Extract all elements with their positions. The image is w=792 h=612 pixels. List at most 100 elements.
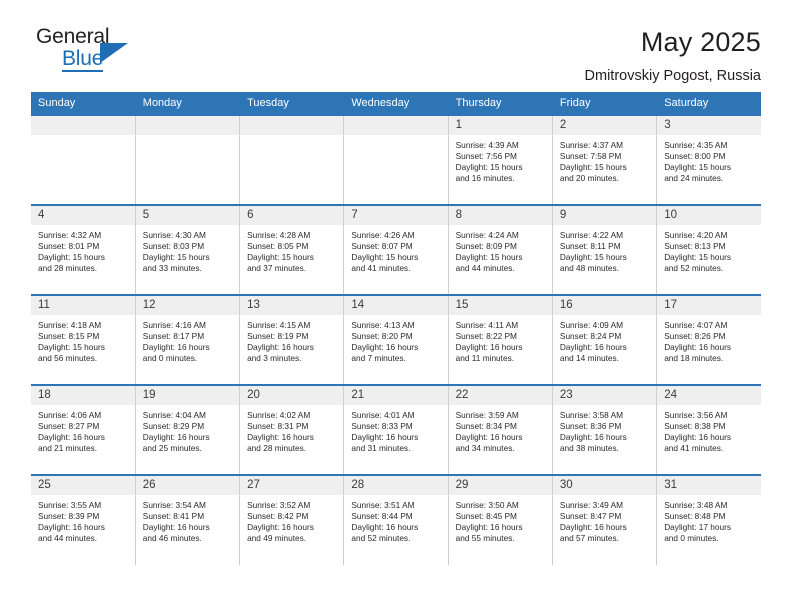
day-number: 6 — [240, 206, 344, 225]
daylight-text-line1: Daylight: 15 hours — [455, 161, 523, 172]
calendar-day-cell[interactable]: 21 Sunrise: 4:01 AM Sunset: 8:33 PM Dayligh… — [343, 384, 449, 475]
calendar-day-cell[interactable]: 9 Sunrise: 4:22 AM Sunset: 8:11 PM Daylight… — [552, 204, 658, 295]
daylight-text-line2: and 18 minutes. — [664, 352, 724, 363]
sunset-text: Sunset: 8:20 PM — [351, 330, 413, 341]
day-details: Sunrise: 3:51 AM Sunset: 8:44 PM Daylight:… — [344, 495, 447, 544]
calendar-day-cell[interactable]: 26 Sunrise: 3:54 AM Sunset: 8:41 PM Dayligh… — [135, 474, 241, 565]
calendar-day-cell[interactable]: 17 Sunrise: 4:07 AM Sunset: 8:26 PM Dayligh… — [656, 294, 761, 385]
daylight-text-line1: Daylight: 15 hours — [664, 251, 732, 262]
sunrise-text: Sunrise: 3:59 AM — [455, 410, 519, 420]
calendar-day-cell[interactable]: 13 Sunrise: 4:15 AM Sunset: 8:19 PM Dayligh… — [239, 294, 345, 385]
day-details: Sunrise: 3:54 AM Sunset: 8:41 PM Daylight:… — [136, 495, 239, 544]
calendar-day-cell[interactable]: 8 Sunrise: 4:24 AM Sunset: 8:09 PM Daylight… — [448, 204, 553, 295]
calendar-day-cell[interactable]: 22 Sunrise: 3:59 AM Sunset: 8:34 PM Dayligh… — [448, 384, 553, 475]
calendar-day-cell[interactable]: 28 Sunrise: 3:51 AM Sunset: 8:44 PM Dayligh… — [343, 474, 449, 565]
calendar-day-cell[interactable]: 4 Sunrise: 4:32 AM Sunset: 8:01 PM Daylight… — [31, 204, 136, 295]
calendar-day-cell[interactable]: 6 Sunrise: 4:28 AM Sunset: 8:05 PM Daylight… — [239, 204, 345, 295]
calendar-day-cell[interactable]: 12 Sunrise: 4:16 AM Sunset: 8:17 PM Dayligh… — [135, 294, 241, 385]
calendar-day-cell[interactable]: 5 Sunrise: 4:30 AM Sunset: 8:03 PM Daylight… — [135, 204, 241, 295]
sunset-text: Sunset: 8:39 PM — [38, 510, 100, 521]
sunrise-text: Sunrise: 4:39 AM — [455, 140, 519, 150]
calendar-week-row: 4 Sunrise: 4:32 AM Sunset: 8:01 PM Daylight… — [31, 204, 761, 295]
day-details: Sunrise: 4:06 AM Sunset: 8:27 PM Daylight:… — [31, 405, 135, 454]
sunrise-text: Sunrise: 4:30 AM — [142, 230, 206, 240]
calendar-day-cell[interactable]: 20 Sunrise: 4:02 AM Sunset: 8:31 PM Dayligh… — [239, 384, 345, 475]
day-details: Sunrise: 4:26 AM Sunset: 8:07 PM Daylight:… — [344, 225, 447, 274]
daylight-text-line1: Daylight: 16 hours — [455, 431, 523, 442]
daylight-text-line2: and 25 minutes. — [142, 442, 202, 453]
calendar-day-cell[interactable]: 24 Sunrise: 3:56 AM Sunset: 8:38 PM Dayligh… — [656, 384, 761, 475]
daylight-text-line1: Daylight: 16 hours — [351, 521, 419, 532]
daylight-text-line1: Daylight: 16 hours — [142, 521, 210, 532]
day-number: 14 — [344, 296, 448, 315]
calendar-day-cell[interactable]: 2 Sunrise: 4:37 AM Sunset: 7:58 PM Daylight… — [552, 114, 658, 205]
daylight-text-line2: and 20 minutes. — [559, 172, 619, 183]
weekday-header-wednesday: Wednesday — [343, 92, 449, 115]
day-number: 10 — [657, 206, 761, 225]
daylight-text-line1: Daylight: 16 hours — [247, 341, 314, 352]
calendar-day-cell[interactable]: 23 Sunrise: 3:58 AM Sunset: 8:36 PM Dayligh… — [552, 384, 658, 475]
calendar-day-cell[interactable]: 31 Sunrise: 3:48 AM Sunset: 8:48 PM Dayligh… — [656, 474, 761, 565]
calendar-day-cell[interactable]: 14 Sunrise: 4:13 AM Sunset: 8:20 PM Dayligh… — [343, 294, 449, 385]
sunset-text: Sunset: 8:27 PM — [38, 420, 100, 431]
sunrise-text: Sunrise: 3:49 AM — [559, 500, 624, 510]
day-number — [240, 116, 344, 135]
sunrise-text: Sunrise: 4:32 AM — [38, 230, 102, 240]
daylight-text-line2: and 38 minutes. — [559, 442, 619, 453]
daylight-text-line1: Daylight: 16 hours — [38, 521, 105, 532]
daylight-text-line1: Daylight: 16 hours — [559, 521, 627, 532]
calendar-day-cell[interactable]: 25 Sunrise: 3:55 AM Sunset: 8:39 PM Dayligh… — [31, 474, 136, 565]
calendar-day-cell[interactable]: 19 Sunrise: 4:04 AM Sunset: 8:29 PM Dayligh… — [135, 384, 241, 475]
sunrise-text: Sunrise: 4:22 AM — [559, 230, 624, 240]
calendar-day-cell[interactable]: 11 Sunrise: 4:18 AM Sunset: 8:15 PM Dayligh… — [31, 294, 136, 385]
weekday-header-friday: Friday — [552, 92, 658, 115]
daylight-text-line2: and 11 minutes. — [455, 352, 515, 363]
sunrise-text: Sunrise: 4:18 AM — [38, 320, 102, 330]
calendar-day-cell[interactable]: 30 Sunrise: 3:49 AM Sunset: 8:47 PM Dayligh… — [552, 474, 658, 565]
calendar-day-cell[interactable]: 7 Sunrise: 4:26 AM Sunset: 8:07 PM Daylight… — [343, 204, 449, 295]
calendar-day-cell[interactable]: 1 Sunrise: 4:39 AM Sunset: 7:56 PM Daylight… — [448, 114, 553, 205]
calendar-day-cell[interactable]: 10 Sunrise: 4:20 AM Sunset: 8:13 PM Dayligh… — [656, 204, 761, 295]
calendar-day-cell[interactable]: 29 Sunrise: 3:50 AM Sunset: 8:45 PM Dayligh… — [448, 474, 553, 565]
calendar-day-cell[interactable]: 3 Sunrise: 4:35 AM Sunset: 8:00 PM Daylight… — [656, 114, 761, 205]
day-details: Sunrise: 4:13 AM Sunset: 8:20 PM Daylight:… — [344, 315, 447, 364]
day-number: 8 — [448, 206, 552, 225]
sunset-text: Sunset: 8:24 PM — [559, 330, 622, 341]
sunset-text: Sunset: 7:58 PM — [559, 150, 622, 161]
sunset-text: Sunset: 8:15 PM — [38, 330, 100, 341]
sunset-text: Sunset: 8:31 PM — [247, 420, 309, 431]
daylight-text-line2: and 14 minutes. — [559, 352, 619, 363]
day-number: 27 — [240, 476, 344, 495]
sunrise-text: Sunrise: 4:11 AM — [455, 320, 519, 330]
calendar-cell-empty — [135, 114, 241, 205]
daylight-text-line2: and 52 minutes. — [351, 532, 411, 543]
daylight-text-line1: Daylight: 16 hours — [247, 521, 314, 532]
sunset-text: Sunset: 8:22 PM — [455, 330, 517, 341]
sunrise-text: Sunrise: 4:37 AM — [559, 140, 624, 150]
sunset-text: Sunset: 8:19 PM — [247, 330, 309, 341]
calendar-day-cell[interactable]: 18 Sunrise: 4:06 AM Sunset: 8:27 PM Dayligh… — [31, 384, 136, 475]
day-details: Sunrise: 4:16 AM Sunset: 8:17 PM Daylight:… — [136, 315, 239, 364]
daylight-text-line2: and 37 minutes. — [247, 262, 307, 273]
sunset-text: Sunset: 8:38 PM — [664, 420, 726, 431]
calendar-week-row: 1 Sunrise: 4:39 AM Sunset: 7:56 PM Daylight… — [31, 114, 761, 205]
daylight-text-line2: and 44 minutes. — [38, 532, 98, 543]
calendar-day-cell[interactable]: 16 Sunrise: 4:09 AM Sunset: 8:24 PM Dayligh… — [552, 294, 658, 385]
day-details: Sunrise: 3:55 AM Sunset: 8:39 PM Daylight:… — [31, 495, 135, 544]
calendar-day-cell[interactable]: 15 Sunrise: 4:11 AM Sunset: 8:22 PM Dayligh… — [448, 294, 553, 385]
sunset-text: Sunset: 8:03 PM — [142, 240, 205, 251]
sunset-text: Sunset: 8:07 PM — [351, 240, 413, 251]
general-blue-logo[interactable]: General Blue — [31, 26, 151, 78]
calendar-day-cell[interactable]: 27 Sunrise: 3:52 AM Sunset: 8:42 PM Dayligh… — [239, 474, 345, 565]
day-details: Sunrise: 4:28 AM Sunset: 8:05 PM Daylight:… — [240, 225, 343, 274]
sunset-text: Sunset: 8:09 PM — [455, 240, 517, 251]
day-number: 15 — [448, 296, 552, 315]
daylight-text-line1: Daylight: 16 hours — [351, 341, 419, 352]
daylight-text-line1: Daylight: 16 hours — [247, 431, 314, 442]
sunset-text: Sunset: 8:34 PM — [455, 420, 517, 431]
sunset-text: Sunset: 8:13 PM — [664, 240, 726, 251]
daylight-text-line1: Daylight: 16 hours — [351, 431, 419, 442]
page-subtitle: Dmitrovskiy Pogost, Russia — [584, 68, 761, 84]
daylight-text-line1: Daylight: 15 hours — [351, 251, 419, 262]
day-details: Sunrise: 4:01 AM Sunset: 8:33 PM Daylight:… — [344, 405, 447, 454]
